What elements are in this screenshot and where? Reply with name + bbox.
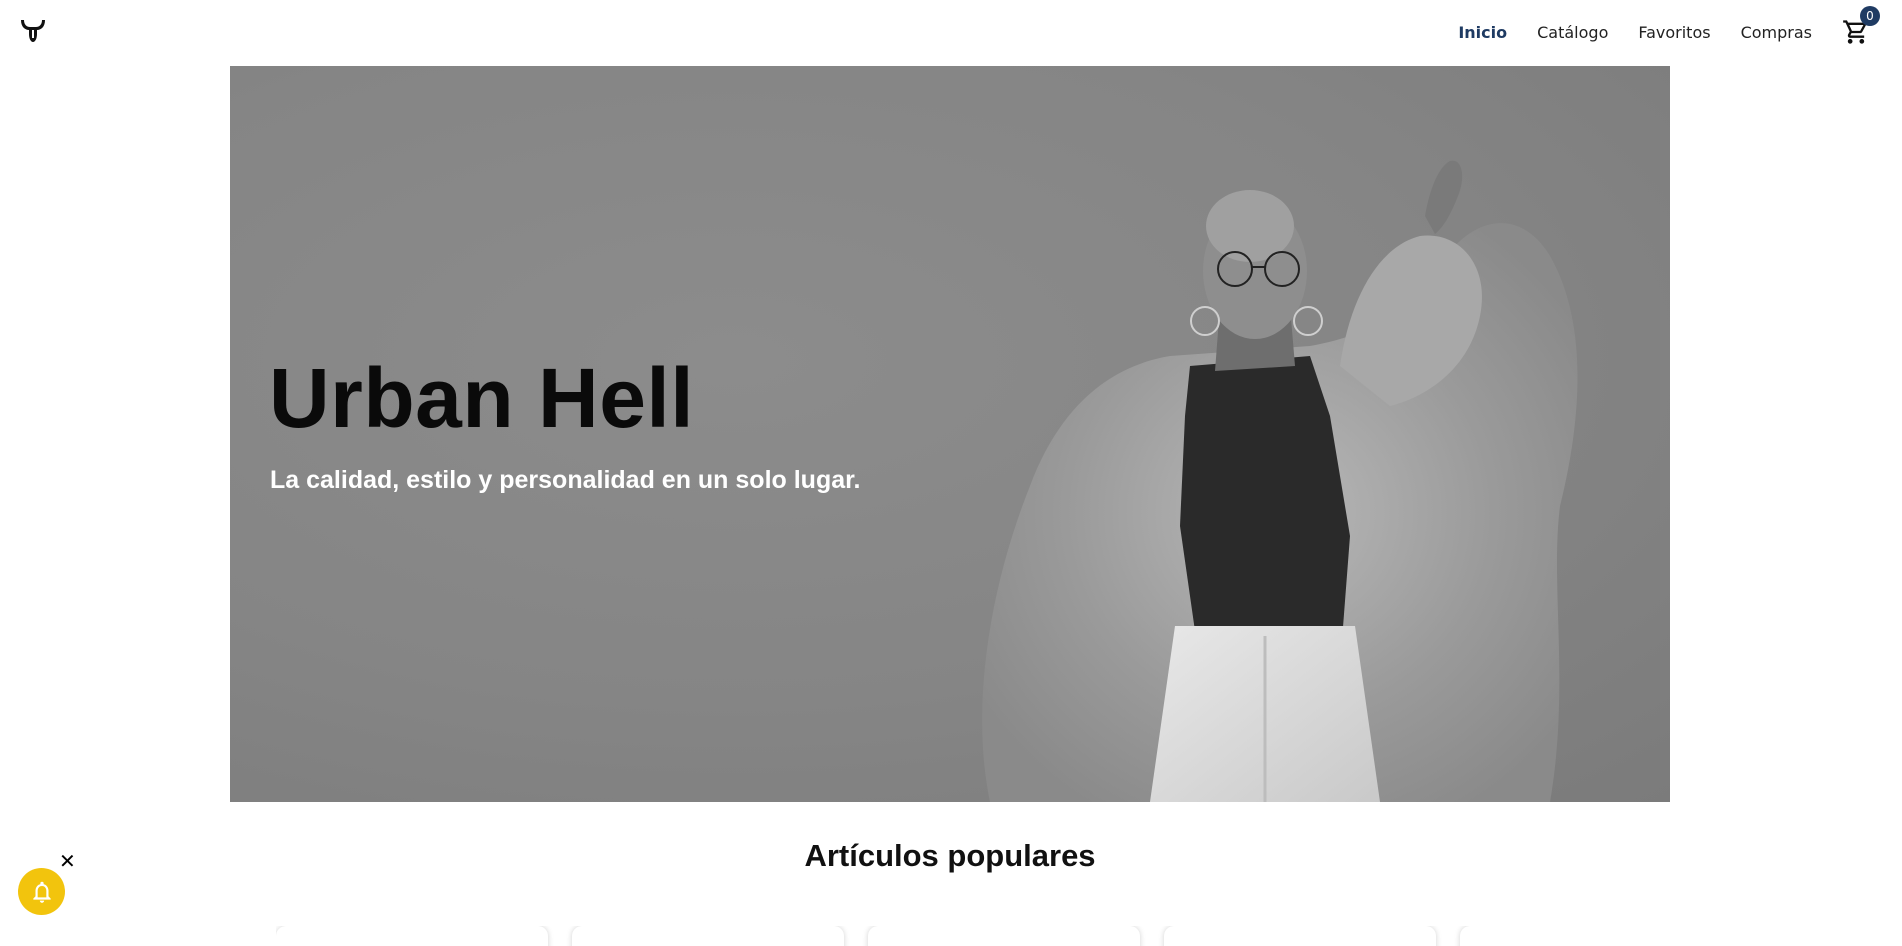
- cart-button[interactable]: 0: [1842, 6, 1880, 46]
- nav-item-catalogo[interactable]: Catálogo: [1537, 23, 1608, 42]
- notification-close-button[interactable]: ✕: [59, 852, 76, 872]
- top-navigation-bar: Inicio Catálogo Favoritos Compras 0: [0, 0, 1902, 64]
- nav-item-favoritos[interactable]: Favoritos: [1638, 23, 1710, 42]
- product-card[interactable]: [572, 926, 844, 946]
- product-card[interactable]: [1164, 926, 1436, 946]
- popular-items-carousel: [276, 926, 1631, 946]
- hero-banner: Urban Hell La calidad, estilo y personal…: [230, 66, 1670, 802]
- bell-icon: [32, 881, 51, 903]
- hero-title: Urban Hell: [269, 351, 695, 445]
- product-card[interactable]: [1460, 926, 1631, 946]
- popular-items-heading: Artículos populares: [804, 838, 1096, 873]
- main-nav: Inicio Catálogo Favoritos Compras 0: [1428, 0, 1902, 64]
- product-card[interactable]: [276, 926, 548, 946]
- hero-subtitle: La calidad, estilo y personalidad en un …: [270, 466, 861, 494]
- product-card[interactable]: [868, 926, 1140, 946]
- cart-count-badge: 0: [1860, 6, 1880, 26]
- notification-button[interactable]: [18, 868, 65, 915]
- bull-horns-logo-icon[interactable]: [19, 18, 47, 44]
- nav-item-inicio[interactable]: Inicio: [1458, 23, 1507, 42]
- nav-item-compras[interactable]: Compras: [1741, 23, 1812, 42]
